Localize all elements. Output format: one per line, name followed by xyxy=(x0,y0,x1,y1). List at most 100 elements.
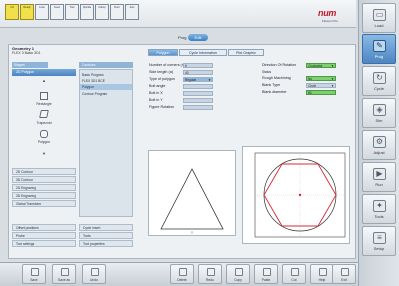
param-select-value: Regular xyxy=(185,78,197,82)
param-field-side-length[interactable]: 40 xyxy=(183,70,213,75)
param-field-bolt-angle[interactable] xyxy=(183,84,213,89)
list-item[interactable]: 2D Engraving xyxy=(12,184,76,191)
list-item[interactable]: Probe xyxy=(12,232,76,239)
save-as-button[interactable]: Save as xyxy=(52,264,76,284)
scroll-up-icon[interactable]: ▲ xyxy=(42,78,46,83)
list-item[interactable]: Contour Program xyxy=(82,92,107,96)
list-item[interactable]: Global Transform xyxy=(12,200,76,207)
list-item[interactable]: Tool settings xyxy=(12,240,76,247)
sidebar-button-adjust[interactable]: ⚙ Adjust xyxy=(362,130,396,160)
param-label: Type of polygon xyxy=(149,77,176,81)
polygon-plot-panel xyxy=(242,146,350,244)
param-label: Status xyxy=(262,70,272,74)
scroll-down-icon[interactable]: ▼ xyxy=(42,151,46,156)
sidebar-button-label: Run xyxy=(375,182,383,187)
redo-icon xyxy=(207,268,215,276)
status-indicator: Axis xyxy=(125,4,139,20)
toolbar-button-label: Copy xyxy=(234,278,242,282)
status-indicator: Clamp xyxy=(95,4,109,20)
list-item[interactable]: 3D Engraving xyxy=(12,192,76,199)
toolbar-button-label: Delete xyxy=(177,278,187,282)
list-item[interactable]: Tool properties xyxy=(79,240,133,247)
list-item[interactable]: 3D Contour xyxy=(12,176,76,183)
shape-label-rectangle: Rectangle xyxy=(36,102,52,106)
list-item[interactable]: FLEX 3D1 BCE xyxy=(82,79,105,83)
param-field-bolt-y[interactable] xyxy=(183,98,213,103)
polygon-icon[interactable] xyxy=(40,130,48,138)
status-indicator: Spindle xyxy=(80,4,94,20)
selected-shape-2d-polygon[interactable]: 2D Polygon xyxy=(12,69,76,76)
shapes-header: Shapes xyxy=(12,62,48,68)
cut-icon xyxy=(291,268,299,276)
save-icon xyxy=(31,268,39,276)
list-item-selected[interactable]: Polygon xyxy=(80,84,132,90)
param-select-rotation[interactable]: Clockwise ▼ xyxy=(306,63,336,68)
run-icon: ▶ xyxy=(373,168,386,180)
toolbar-button-label: Paste xyxy=(261,278,271,282)
redo-button[interactable]: Redo xyxy=(198,264,222,284)
toolbar-button-label: Redo xyxy=(206,278,214,282)
toolbar-button-label: Exit xyxy=(341,278,347,282)
mode-label: Prog xyxy=(178,35,187,40)
sidebar-button-label: Sim xyxy=(375,118,383,123)
cycle-icon: ↻ xyxy=(373,72,386,84)
tab-polygon[interactable]: Polygon xyxy=(148,49,178,56)
sidebar-button-label: Adjust xyxy=(373,150,385,155)
copy-button[interactable]: Copy xyxy=(226,264,250,284)
list-item[interactable]: Offset positions xyxy=(12,224,76,231)
param-field-blank-diameter[interactable]: 80 xyxy=(306,90,336,95)
chevron-down-icon: ▼ xyxy=(208,78,211,82)
param-select-rough[interactable]: No ▼ xyxy=(306,76,336,81)
param-field-figure-rotation[interactable] xyxy=(183,105,213,110)
sidebar-button-tools[interactable]: ✦ Tools xyxy=(362,194,396,224)
param-select-polygon-type[interactable]: Regular ▼ xyxy=(183,77,213,82)
sidebar-button-sim[interactable]: ◈ Sim xyxy=(362,98,396,128)
chevron-down-icon: ▼ xyxy=(331,64,334,68)
tab-cycle-information[interactable]: Cycle Information xyxy=(179,49,227,56)
shape-label-polygon: Polygon xyxy=(37,140,51,144)
param-label: Blank Type xyxy=(262,83,281,87)
top-status-bar: Init Ready Lube Feed Tool Spindle Clamp … xyxy=(0,0,356,28)
toolbar-button-label: Cut xyxy=(291,278,297,282)
sidebar-button-label: Tools xyxy=(374,214,384,219)
delete-button[interactable]: Delete xyxy=(170,264,194,284)
exit-icon xyxy=(341,268,349,276)
sidebar-button-setup[interactable]: ≡ Setup xyxy=(362,226,396,256)
list-item[interactable]: 2D Contour xyxy=(12,168,76,175)
sidebar-button-label: Prog xyxy=(374,54,384,59)
save-button[interactable]: Save xyxy=(22,264,46,284)
polygon-plot xyxy=(254,152,346,238)
param-select-blank-type[interactable]: Circle ▼ xyxy=(306,83,336,88)
param-label: Direction Of Rotation xyxy=(262,63,297,67)
paste-button[interactable]: Paste xyxy=(254,264,278,284)
shape-preview-panel xyxy=(148,150,236,236)
setup-icon: ≡ xyxy=(373,232,386,244)
toolbar-button-label: Help xyxy=(318,278,326,282)
list-item[interactable]: Tools xyxy=(79,232,133,239)
shape-label-trapezoid: Trapezoid xyxy=(36,121,52,125)
sidebar-button-run[interactable]: ▶ Run xyxy=(362,162,396,192)
sidebar-button-prog[interactable]: ✎ Prog xyxy=(362,34,396,64)
list-item[interactable]: Basic Program xyxy=(82,73,104,77)
tab-plot-graphic[interactable]: Plot Graphic xyxy=(228,49,264,56)
brand-subtitle: Flexium Pro xyxy=(322,19,339,23)
param-select-value: Clockwise xyxy=(308,64,323,68)
param-label: Blank diameter xyxy=(262,90,287,94)
exit-button[interactable]: Exit xyxy=(332,264,356,284)
list-item[interactable]: Cycle Insert xyxy=(79,224,133,231)
param-label: Bolt in Y xyxy=(149,98,163,102)
param-field-bolt-x[interactable] xyxy=(183,91,213,96)
help-button[interactable]: Help xyxy=(310,264,334,284)
rectangle-icon[interactable] xyxy=(40,92,48,100)
cut-button[interactable]: Cut xyxy=(282,264,306,284)
sidebar-button-load[interactable]: ▭ Load xyxy=(362,3,396,33)
param-select-value: Circle xyxy=(308,84,317,88)
status-indicator: Ready xyxy=(20,4,34,20)
trapezoid-icon[interactable] xyxy=(39,110,49,118)
sidebar-button-cycle[interactable]: ↻ Cycle xyxy=(362,66,396,96)
toolbar-button-label: Save as xyxy=(58,278,70,282)
tools-icon: ✦ xyxy=(373,200,386,212)
param-field-corners[interactable]: 6 xyxy=(183,63,213,68)
undo-button[interactable]: Undo xyxy=(82,264,106,284)
mode-toggle[interactable]: Edit xyxy=(188,34,208,41)
